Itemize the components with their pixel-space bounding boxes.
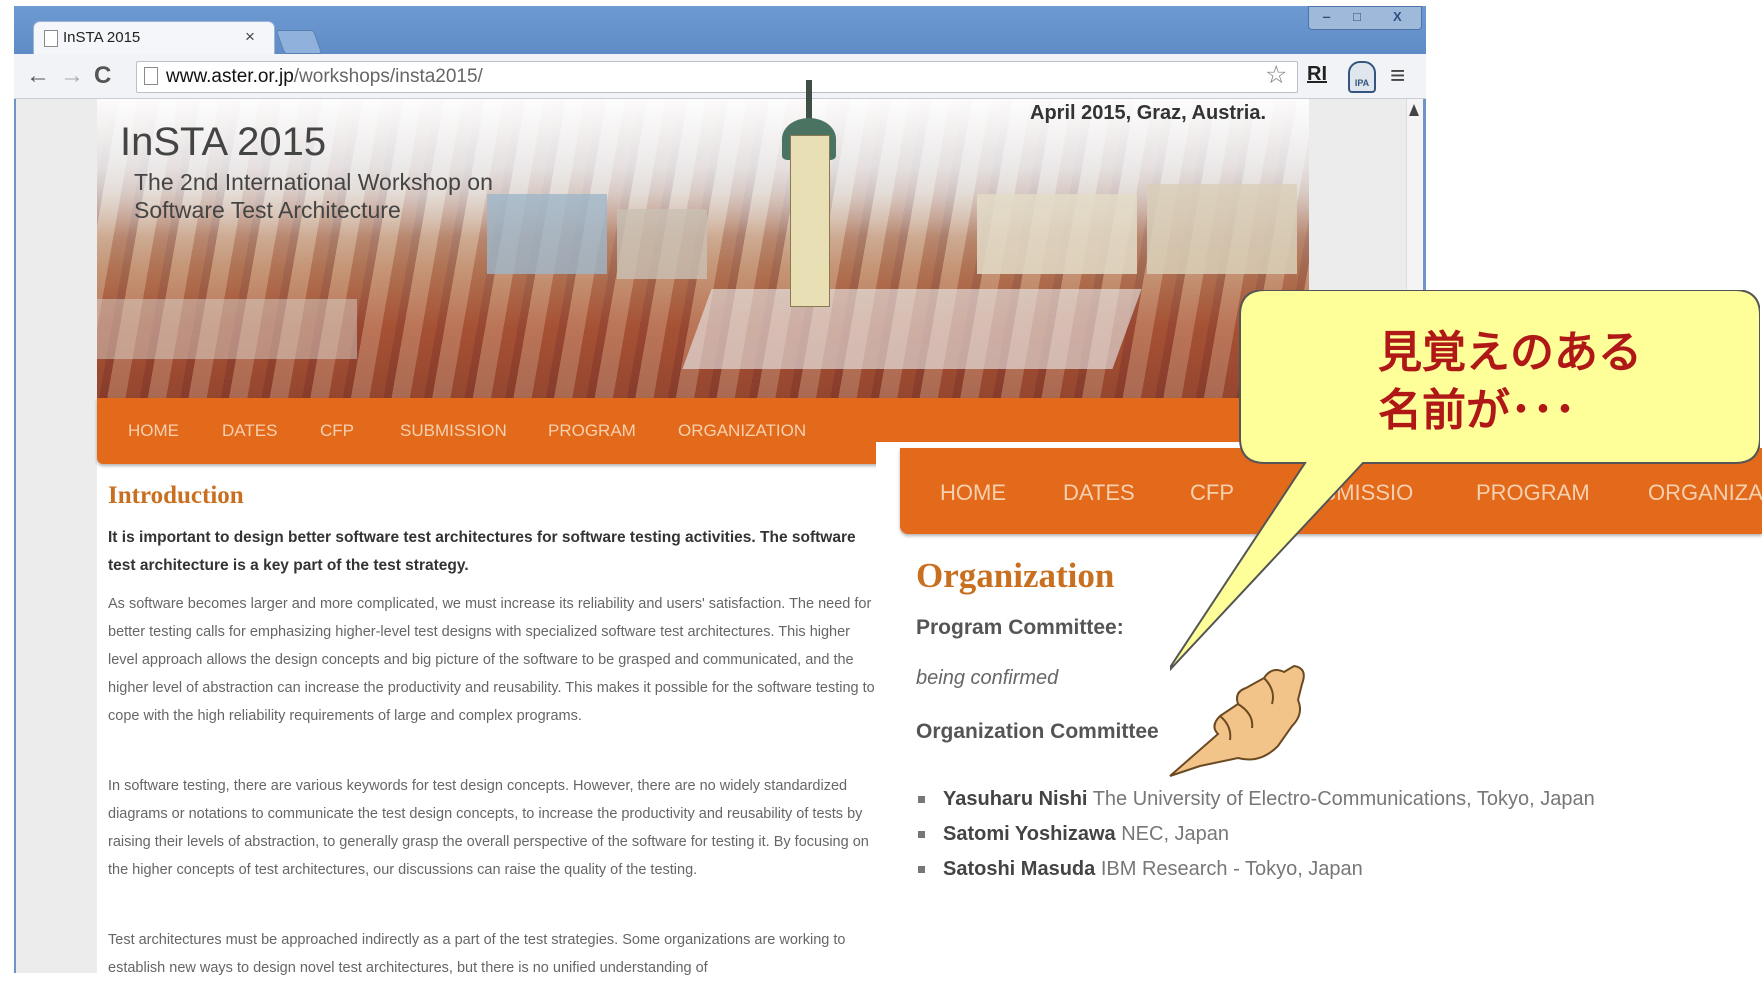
tower-spire [806, 80, 812, 122]
member-affiliation: IBM Research - Tokyo, Japan [1100, 858, 1363, 880]
introduction-paragraph-3: Test architectures must be approached in… [108, 932, 846, 976]
forward-arrow-icon[interactable]: → [60, 62, 84, 90]
introduction-paragraph-1: As software becomes larger and more comp… [108, 596, 875, 724]
committee-member: Yasuharu Nishi The University of Electro… [918, 788, 1595, 811]
nav-program[interactable]: PROGRAM [548, 421, 636, 441]
introduction-paragraph-2: In software testing, there are various k… [108, 778, 869, 878]
window-controls: ‒ □ X [1308, 6, 1422, 30]
clock-tower [790, 135, 830, 307]
organization-heading: Organization [916, 556, 1115, 595]
site-subtitle: The 2nd International Workshop on Softwa… [134, 168, 554, 224]
site-title: InSTA 2015 [120, 120, 327, 164]
ipa-icon[interactable]: IPA [1348, 61, 1376, 93]
member-name: Yasuharu Nishi [943, 788, 1088, 810]
bullet [918, 796, 925, 804]
subtitle-line-2: Software Test Architecture [134, 197, 401, 223]
member-name: Satoshi Masuda [943, 858, 1096, 880]
introduction-lead: It is important to design better softwar… [108, 529, 856, 574]
ri-extension-button[interactable]: RI [1307, 63, 1327, 86]
star-icon[interactable]: ☆ [1265, 60, 1287, 90]
member-affiliation: The University of Electro-Communications… [1092, 788, 1595, 810]
member-affiliation: NEC, Japan [1121, 823, 1230, 845]
subtitle-line-1: The 2nd International Workshop on [134, 169, 493, 195]
overlay-nav-dates[interactable]: DATES [1063, 480, 1135, 506]
minimize-button[interactable]: ‒ [1323, 9, 1330, 24]
introduction-heading: Introduction [108, 482, 244, 509]
organization-committee-label: Organization Committee [916, 720, 1159, 743]
callout-line-1: 見覚えのある [1378, 328, 1642, 377]
program-committee-value: being confirmed [916, 667, 1059, 689]
nav-submission[interactable]: SUBMISSION [400, 421, 507, 441]
overlay-nav-home[interactable]: HOME [940, 480, 1006, 506]
callout-line-2: 名前が･･･ [1378, 386, 1576, 435]
nav-home[interactable]: HOME [128, 421, 179, 441]
reload-icon[interactable]: C [94, 62, 111, 90]
nav-dates[interactable]: DATES [222, 421, 277, 441]
url-text[interactable]: www.aster.or.jp/workshops/insta2015/ [166, 66, 483, 88]
tab-title: InSTA 2015 [63, 29, 141, 46]
committee-member: Satoshi Masuda IBM Research - Tokyo, Jap… [918, 858, 1363, 881]
nav-organization[interactable]: ORGANIZATION [678, 421, 806, 441]
maximize-button[interactable]: □ [1353, 9, 1361, 24]
banner-date: April 2015, Graz, Austria. [1030, 102, 1267, 124]
pointing-hand-icon [1169, 664, 1305, 777]
url-domain: www.aster.or.jp [166, 66, 294, 87]
callout-text: 見覚えのある 名前が･･･ [1378, 324, 1688, 440]
member-name: Satomi Yoshizawa [943, 823, 1116, 845]
menu-icon[interactable]: ≡ [1390, 60, 1405, 91]
nav-cfp[interactable]: CFP [320, 421, 354, 441]
page-icon [144, 67, 158, 85]
bullet [918, 866, 925, 874]
tab-close-button[interactable]: × [245, 27, 255, 47]
back-arrow-icon[interactable]: ← [26, 62, 50, 90]
close-window-button[interactable]: X [1393, 9, 1402, 24]
program-committee-label: Program Committee: [916, 616, 1124, 639]
url-path: /workshops/insta2015/ [293, 66, 483, 87]
committee-member: Satomi Yoshizawa NEC, Japan [918, 823, 1229, 846]
bullet [918, 831, 925, 839]
page-icon [44, 30, 58, 47]
